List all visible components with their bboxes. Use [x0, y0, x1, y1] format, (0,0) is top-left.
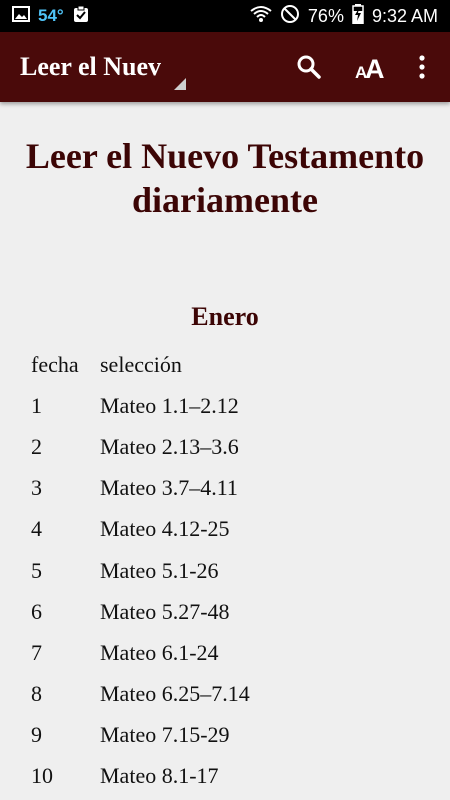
app-toolbar: Leer el Nuev AA [0, 32, 450, 102]
day-cell: 7 [31, 639, 42, 665]
reading-plan-table: fecha selección 1 Mateo 1.1–2.12 2 Mateo 2… [31, 344, 431, 797]
page-title: Leer el Nuevo Testamento diariamente [25, 136, 425, 220]
weather-temperature: 54° [38, 6, 64, 25]
table-row: 5 Mateo 5.1-26 [31, 550, 431, 591]
table-header-row: fecha selección [31, 344, 431, 385]
day-cell: 9 [31, 722, 42, 748]
table-row: 2 Mateo 2.13–3.6 [31, 426, 431, 467]
table-row: 9 Mateo 7.15-29 [31, 715, 431, 756]
selection-cell: Mateo 4.12-25 [100, 516, 230, 542]
text-size-button[interactable]: AA [352, 50, 390, 84]
table-row: 8 Mateo 6.25–7.14 [31, 674, 431, 715]
selection-cell: Mateo 8.1-17 [100, 763, 219, 789]
day-cell: 6 [31, 598, 42, 624]
search-button[interactable] [292, 50, 326, 84]
clock: 9:32 AM [371, 5, 438, 26]
text-size-icon: AA [355, 54, 385, 81]
selection-cell: Mateo 2.13–3.6 [100, 433, 239, 459]
image-notification-icon [12, 5, 30, 27]
selection-cell: Mateo 7.15-29 [100, 722, 230, 748]
book-selector-dropdown[interactable]: Leer el Nuev [20, 50, 186, 90]
selection-cell: Mateo 5.1-26 [100, 557, 219, 583]
month-heading: Enero [191, 302, 259, 331]
dropdown-corner-icon [174, 78, 186, 90]
more-vert-icon [419, 55, 425, 79]
day-cell: 5 [31, 557, 42, 583]
selection-cell: Mateo 3.7–4.11 [100, 475, 238, 501]
table-row: 3 Mateo 3.7–4.11 [31, 468, 431, 509]
column-header-day: fecha [31, 351, 79, 377]
do-not-disturb-icon [280, 4, 300, 29]
selection-cell: Mateo 6.25–7.14 [100, 681, 250, 707]
day-cell: 8 [31, 681, 42, 707]
clipboard-check-icon [72, 5, 90, 28]
table-row: 6 Mateo 5.27-48 [31, 591, 431, 632]
overflow-menu-button[interactable] [405, 50, 439, 84]
table-row: 7 Mateo 6.1-24 [31, 632, 431, 673]
battery-percentage: 76% [307, 5, 344, 26]
day-cell: 1 [31, 392, 42, 418]
status-bar: 54° 76% 9:32 AM [0, 0, 450, 32]
svg-text:A: A [365, 54, 385, 81]
day-cell: 4 [31, 516, 42, 542]
day-cell: 10 [31, 763, 53, 789]
table-row: 10 Mateo 8.1-17 [31, 756, 431, 797]
column-header-selection: selección [100, 351, 182, 377]
selection-cell: Mateo 6.1-24 [100, 639, 219, 665]
search-icon [297, 55, 321, 79]
battery-charging-icon [352, 3, 364, 29]
table-row: 4 Mateo 4.12-25 [31, 509, 431, 550]
day-cell: 2 [31, 433, 42, 459]
selection-cell: Mateo 5.27-48 [100, 598, 230, 624]
table-row: 1 Mateo 1.1–2.12 [31, 385, 431, 426]
selection-cell: Mateo 1.1–2.12 [100, 392, 239, 418]
wifi-icon [250, 5, 272, 28]
day-cell: 3 [31, 475, 42, 501]
toolbar-title: Leer el Nuev [20, 52, 162, 81]
